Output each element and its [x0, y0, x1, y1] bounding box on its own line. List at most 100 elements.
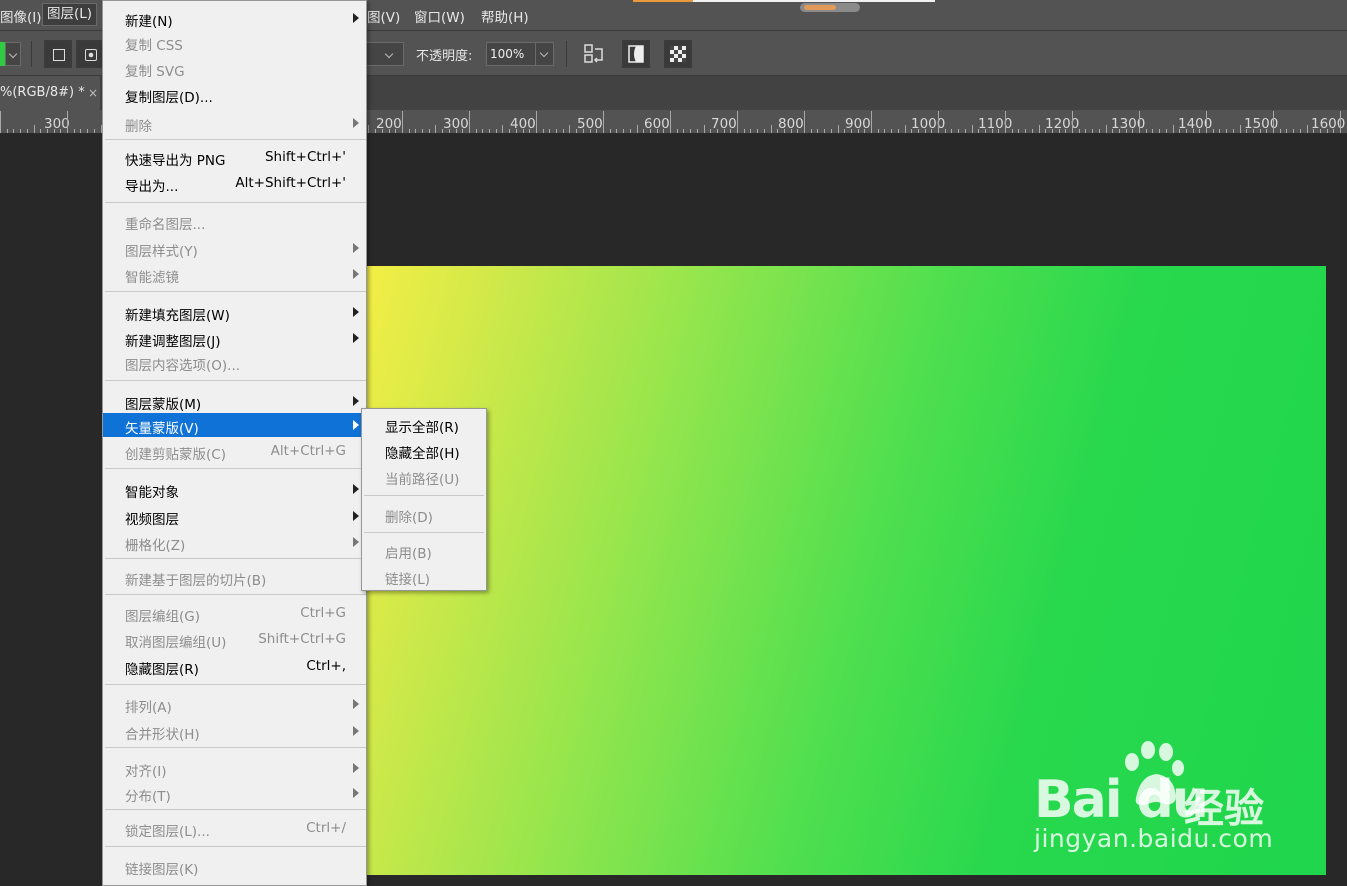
ruler-tick — [509, 129, 510, 133]
ruler-tick — [1146, 129, 1147, 133]
submenu-arrow-icon — [353, 420, 359, 430]
submenu-item-current-path[interactable]: 当前路径(U) — [362, 464, 486, 488]
ruler-tick — [469, 111, 470, 133]
menu-item-smart-filter[interactable]: 智能滤镜 — [103, 262, 366, 286]
menu-item-smart-object[interactable]: 智能对象 — [103, 477, 366, 501]
ruler-tick — [1132, 129, 1133, 133]
menu-item-duplicate-layer[interactable]: 复制图层(D)... — [103, 82, 366, 106]
menu-item-layer-content-options[interactable]: 图层内容选项(O)... — [103, 350, 366, 374]
menu-item-layer-mask[interactable]: 图层蒙版(M) — [103, 389, 366, 413]
menu-item-export-as[interactable]: 导出为... Alt+Shift+Ctrl+' — [103, 171, 366, 195]
ruler-tick — [74, 129, 75, 133]
opacity-input[interactable] — [487, 43, 535, 65]
ruler-tick — [382, 129, 383, 133]
menu-item-hide-layer[interactable]: 隐藏图层(R) Ctrl+, — [103, 654, 366, 678]
ruler-tick — [476, 129, 477, 133]
menu-item-vector-mask[interactable]: 矢量蒙版(V) — [103, 413, 366, 437]
menu-item-new-adjustment-layer[interactable]: 新建调整图层(J) — [103, 326, 366, 350]
menu-item-copy-css[interactable]: 复制 CSS — [103, 30, 366, 54]
mask-icon — [628, 45, 644, 63]
ruler-tick — [1025, 129, 1026, 133]
menu-item-quick-export-png[interactable]: 快速导出为 PNG Shift+Ctrl+' — [103, 145, 366, 169]
ruler-tick — [737, 111, 738, 133]
ruler-tick — [858, 129, 859, 133]
menu-layer[interactable]: 图层(L) — [42, 3, 98, 26]
ruler-tick — [422, 129, 423, 133]
ruler-tick — [569, 125, 570, 133]
ruler-tick — [583, 129, 584, 133]
shape-mode-alt-button[interactable] — [76, 40, 104, 68]
menu-item-delete[interactable]: 删除 — [103, 111, 366, 135]
ruler-tick — [1173, 125, 1174, 133]
ruler-tick — [1179, 129, 1180, 133]
ruler-tick — [938, 111, 939, 133]
submenu-item-hide-all[interactable]: 隐藏全部(H) — [362, 438, 486, 462]
ruler-tick — [918, 129, 919, 133]
ruler-tick — [40, 129, 41, 133]
ruler-tick — [831, 129, 832, 133]
menu-item-lock-layers[interactable]: 锁定图层(L)... Ctrl+/ — [103, 816, 366, 840]
menu-item-new[interactable]: 新建(N) — [103, 6, 366, 30]
ruler-tick — [1313, 129, 1314, 133]
submenu-item-link[interactable]: 链接(L) — [362, 564, 486, 588]
menu-item-distribute[interactable]: 分布(T) — [103, 781, 366, 805]
document-tab[interactable]: %(RGB/8#) * × — [0, 76, 100, 110]
menu-item-combine-shapes[interactable]: 合并形状(H) — [103, 719, 366, 743]
menu-item-align[interactable]: 对齐(I) — [103, 756, 366, 780]
ruler-tick — [911, 129, 912, 133]
menu-item-rename-layer[interactable]: 重命名图层... — [103, 209, 366, 233]
ruler-tick — [449, 129, 450, 133]
menu-help[interactable]: 帮助(H) — [481, 6, 529, 26]
menu-item-video-layer[interactable]: 视频图层 — [103, 504, 366, 528]
menu-item-new-fill-layer[interactable]: 新建填充图层(W) — [103, 300, 366, 324]
ruler-tick — [603, 111, 604, 133]
menu-window[interactable]: 窗口(W) — [414, 6, 465, 26]
ruler-tick — [1219, 129, 1220, 133]
ruler-tick — [375, 129, 376, 133]
submenu-arrow-icon — [353, 484, 359, 494]
menu-item-group-layers[interactable]: 图层编组(G) Ctrl+G — [103, 601, 366, 625]
menu-item-arrange[interactable]: 排列(A) — [103, 692, 366, 716]
ruler-tick — [0, 111, 1, 133]
menu-item-create-clipping-mask[interactable]: 创建剪贴蒙版(C) Alt+Ctrl+G — [103, 439, 366, 463]
ruler-tick — [1052, 129, 1053, 133]
ruler-tick — [616, 129, 617, 133]
ruler-tick — [1193, 129, 1194, 133]
submenu-item-reveal-all[interactable]: 显示全部(R) — [362, 412, 486, 436]
ruler-tick — [1032, 129, 1033, 133]
ruler-tick — [1213, 129, 1214, 133]
ruler-tick — [744, 129, 745, 133]
menu-item-layer-style[interactable]: 图层样式(Y) — [103, 236, 366, 260]
ruler-tick — [690, 129, 691, 133]
watermark-brand: Bai du — [1034, 770, 1209, 830]
ruler-label: 1300 — [1111, 116, 1146, 132]
blend-mode-dropdown[interactable] — [366, 42, 404, 66]
menu-item-new-layer-slice[interactable]: 新建基于图层的切片(B) — [103, 565, 366, 589]
swap-layers-button[interactable] — [580, 40, 608, 68]
menu-item-ungroup-layers[interactable]: 取消图层编组(U) Shift+Ctrl+G — [103, 627, 366, 651]
menu-item-link-layers[interactable]: 链接图层(K) — [103, 854, 366, 878]
submenu-item-enable[interactable]: 启用(B) — [362, 538, 486, 562]
close-icon[interactable]: × — [88, 76, 98, 110]
menu-image[interactable]: 图像(I) — [0, 6, 42, 26]
ruler-tick — [985, 129, 986, 133]
chevron-down-icon[interactable] — [535, 43, 553, 65]
workspace-switcher[interactable] — [800, 3, 860, 12]
ruler-tick — [1293, 129, 1294, 133]
transparency-button[interactable] — [664, 40, 692, 68]
opacity-field[interactable] — [486, 42, 554, 66]
ruler-tick — [764, 129, 765, 133]
mask-feather-button[interactable] — [622, 40, 650, 68]
fill-dropdown[interactable] — [5, 42, 21, 66]
ruler-tick — [610, 129, 611, 133]
ruler-label: 1400 — [1178, 116, 1213, 132]
menu-view[interactable]: 图(V) — [367, 6, 400, 26]
menu-item-rasterize[interactable]: 栅格化(Z) — [103, 530, 366, 554]
shape-mode-button[interactable] — [44, 40, 72, 68]
menu-item-copy-svg[interactable]: 复制 SVG — [103, 56, 366, 80]
ruler-tick — [817, 129, 818, 133]
ruler-tick — [389, 129, 390, 133]
ruler-tick — [1059, 129, 1060, 133]
ruler-tick — [972, 125, 973, 133]
submenu-item-delete[interactable]: 删除(D) — [362, 502, 486, 526]
